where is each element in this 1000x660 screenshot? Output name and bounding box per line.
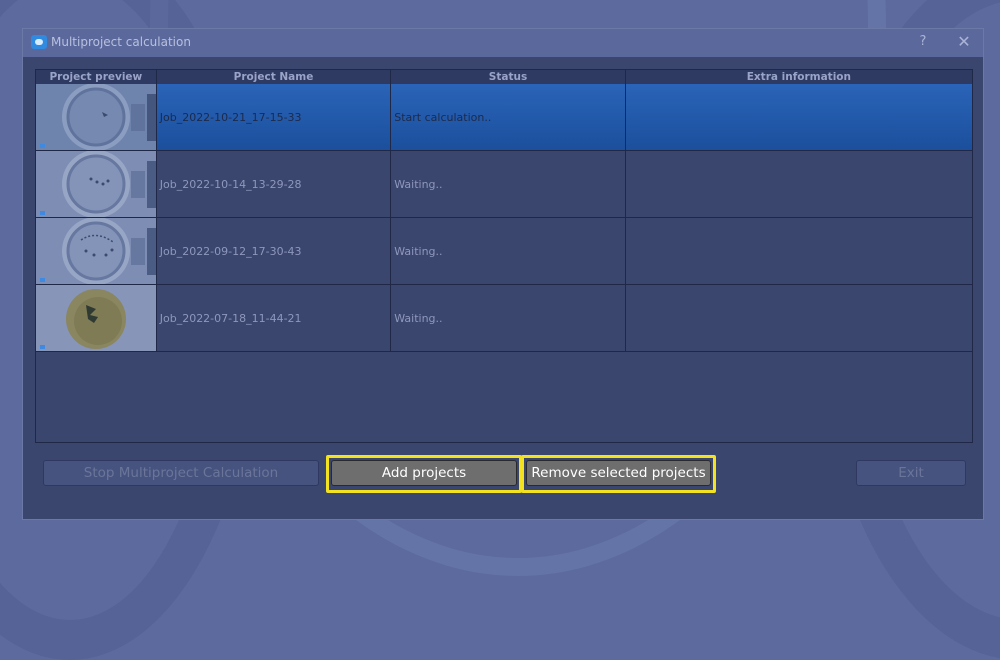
table-row[interactable]: Job_2022-10-14_13-29-28 Waiting..	[36, 151, 972, 218]
column-header-status[interactable]: Status	[391, 70, 626, 84]
project-status: Start calculation..	[391, 84, 626, 151]
exit-button[interactable]: Exit	[856, 460, 966, 486]
preview-image	[36, 151, 156, 217]
project-extra-info	[625, 218, 972, 285]
project-extra-info	[625, 151, 972, 218]
project-name: Job_2022-10-21_17-15-33	[156, 84, 392, 151]
project-preview-thumbnail	[36, 218, 157, 285]
project-status: Waiting..	[391, 285, 626, 352]
project-preview-thumbnail	[36, 285, 157, 352]
table-row[interactable]: Job_2022-10-21_17-15-33 Start calculatio…	[36, 84, 972, 151]
table-row[interactable]: Job_2022-09-12_17-30-43 Waiting..	[36, 218, 972, 285]
multiproject-dialog: Multiproject calculation ? ✕ Project pre…	[22, 28, 984, 520]
column-header-preview[interactable]: Project preview	[36, 70, 157, 84]
project-name: Job_2022-09-12_17-30-43	[156, 218, 392, 285]
projects-table[interactable]: Project preview Project Name Status Extr…	[35, 69, 973, 443]
column-header-name[interactable]: Project Name	[156, 70, 392, 84]
window-title: Multiproject calculation	[51, 35, 191, 49]
help-icon[interactable]: ?	[916, 34, 930, 49]
project-name: Job_2022-07-18_11-44-21	[156, 285, 392, 352]
project-status: Waiting..	[391, 218, 626, 285]
preview-image	[36, 285, 156, 351]
project-preview-thumbnail	[36, 151, 157, 218]
project-name: Job_2022-10-14_13-29-28	[156, 151, 392, 218]
project-extra-info	[625, 84, 972, 151]
app-icon	[31, 35, 47, 49]
close-icon[interactable]: ✕	[957, 32, 971, 51]
table-row[interactable]: Job_2022-07-18_11-44-21 Waiting..	[36, 285, 972, 352]
stop-calculation-button[interactable]: Stop Multiproject Calculation	[43, 460, 319, 486]
add-projects-button[interactable]: Add projects	[331, 460, 517, 486]
column-header-extra[interactable]: Extra information	[625, 70, 972, 84]
remove-selected-projects-button[interactable]: Remove selected projects	[526, 460, 711, 486]
title-bar: Multiproject calculation ? ✕	[23, 29, 983, 57]
project-extra-info	[625, 285, 972, 352]
project-status: Waiting..	[391, 151, 626, 218]
table-header: Project preview Project Name Status Extr…	[36, 70, 972, 84]
preview-image	[36, 218, 156, 284]
preview-image	[36, 84, 156, 150]
project-preview-thumbnail	[36, 84, 157, 151]
